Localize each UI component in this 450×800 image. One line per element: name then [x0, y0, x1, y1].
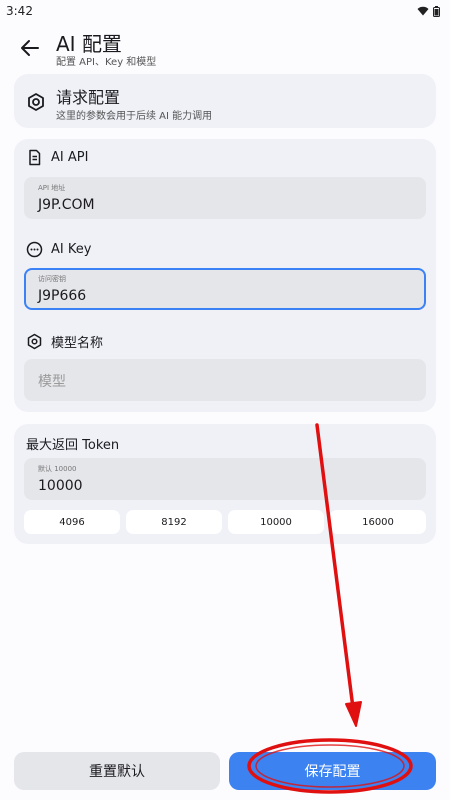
api-key-field-label: 访问密钥 — [38, 275, 66, 283]
key-label-text: AI Key — [51, 242, 92, 257]
token-preset-10000[interactable]: 10000 — [228, 510, 324, 534]
status-bar: 3:42 — [0, 0, 450, 22]
hexagon-settings-icon — [28, 93, 44, 111]
api-label-text: AI API — [51, 150, 89, 165]
status-icons — [417, 5, 440, 17]
annotation-arrowhead — [345, 701, 362, 727]
max-token-title: 最大返回 Token — [26, 438, 120, 453]
api-url-field[interactable]: API 地址 J9P.COM — [24, 177, 426, 219]
token-preset-4096[interactable]: 4096 — [24, 510, 120, 534]
request-config-title: 请求配置 — [56, 88, 121, 107]
max-token-field-label: 默认 10000 — [38, 465, 77, 473]
request-config-subtitle: 这里的参数会用于后续 AI 能力调用 — [56, 111, 213, 122]
max-token-card: 最大返回 Token 默认 10000 10000 4096 8192 1000… — [14, 424, 436, 544]
model-label-text: 模型名称 — [51, 336, 104, 351]
model-section-label: 模型名称 — [26, 332, 103, 351]
max-token-value: 10000 — [38, 478, 83, 494]
more-dots-icon — [26, 241, 43, 258]
max-token-field[interactable]: 默认 10000 10000 — [24, 458, 426, 500]
app-bar: AI 配置 配置 API、Key 和模型 — [0, 26, 450, 70]
wifi-icon — [417, 6, 429, 16]
api-key-value: J9P666 — [38, 288, 87, 304]
token-preset-16000[interactable]: 16000 — [330, 510, 426, 534]
reset-default-button[interactable]: 重置默认 — [14, 752, 220, 790]
api-section-label: AI API — [26, 149, 88, 166]
status-time: 3:42 — [6, 4, 33, 18]
token-preset-chips: 4096 8192 10000 16000 — [24, 510, 426, 534]
model-hexagon-icon — [27, 333, 42, 350]
api-settings-card: AI API API 地址 J9P.COM AI Key 访问密钥 J9P666… — [14, 139, 436, 412]
token-preset-8192[interactable]: 8192 — [126, 510, 222, 534]
save-config-button[interactable]: 保存配置 — [229, 752, 436, 790]
api-url-field-label: API 地址 — [38, 184, 66, 192]
model-name-field[interactable]: 模型 — [24, 359, 426, 401]
key-section-label: AI Key — [26, 241, 91, 258]
back-arrow-icon[interactable] — [18, 36, 42, 60]
model-name-placeholder: 模型 — [38, 374, 66, 390]
document-icon — [29, 149, 41, 166]
api-url-value: J9P.COM — [38, 197, 95, 213]
api-key-field[interactable]: 访问密钥 J9P666 — [24, 268, 426, 310]
battery-icon — [433, 5, 440, 17]
page-subtitle: 配置 API、Key 和模型 — [56, 57, 157, 68]
request-config-card: 请求配置 这里的参数会用于后续 AI 能力调用 — [14, 74, 436, 128]
